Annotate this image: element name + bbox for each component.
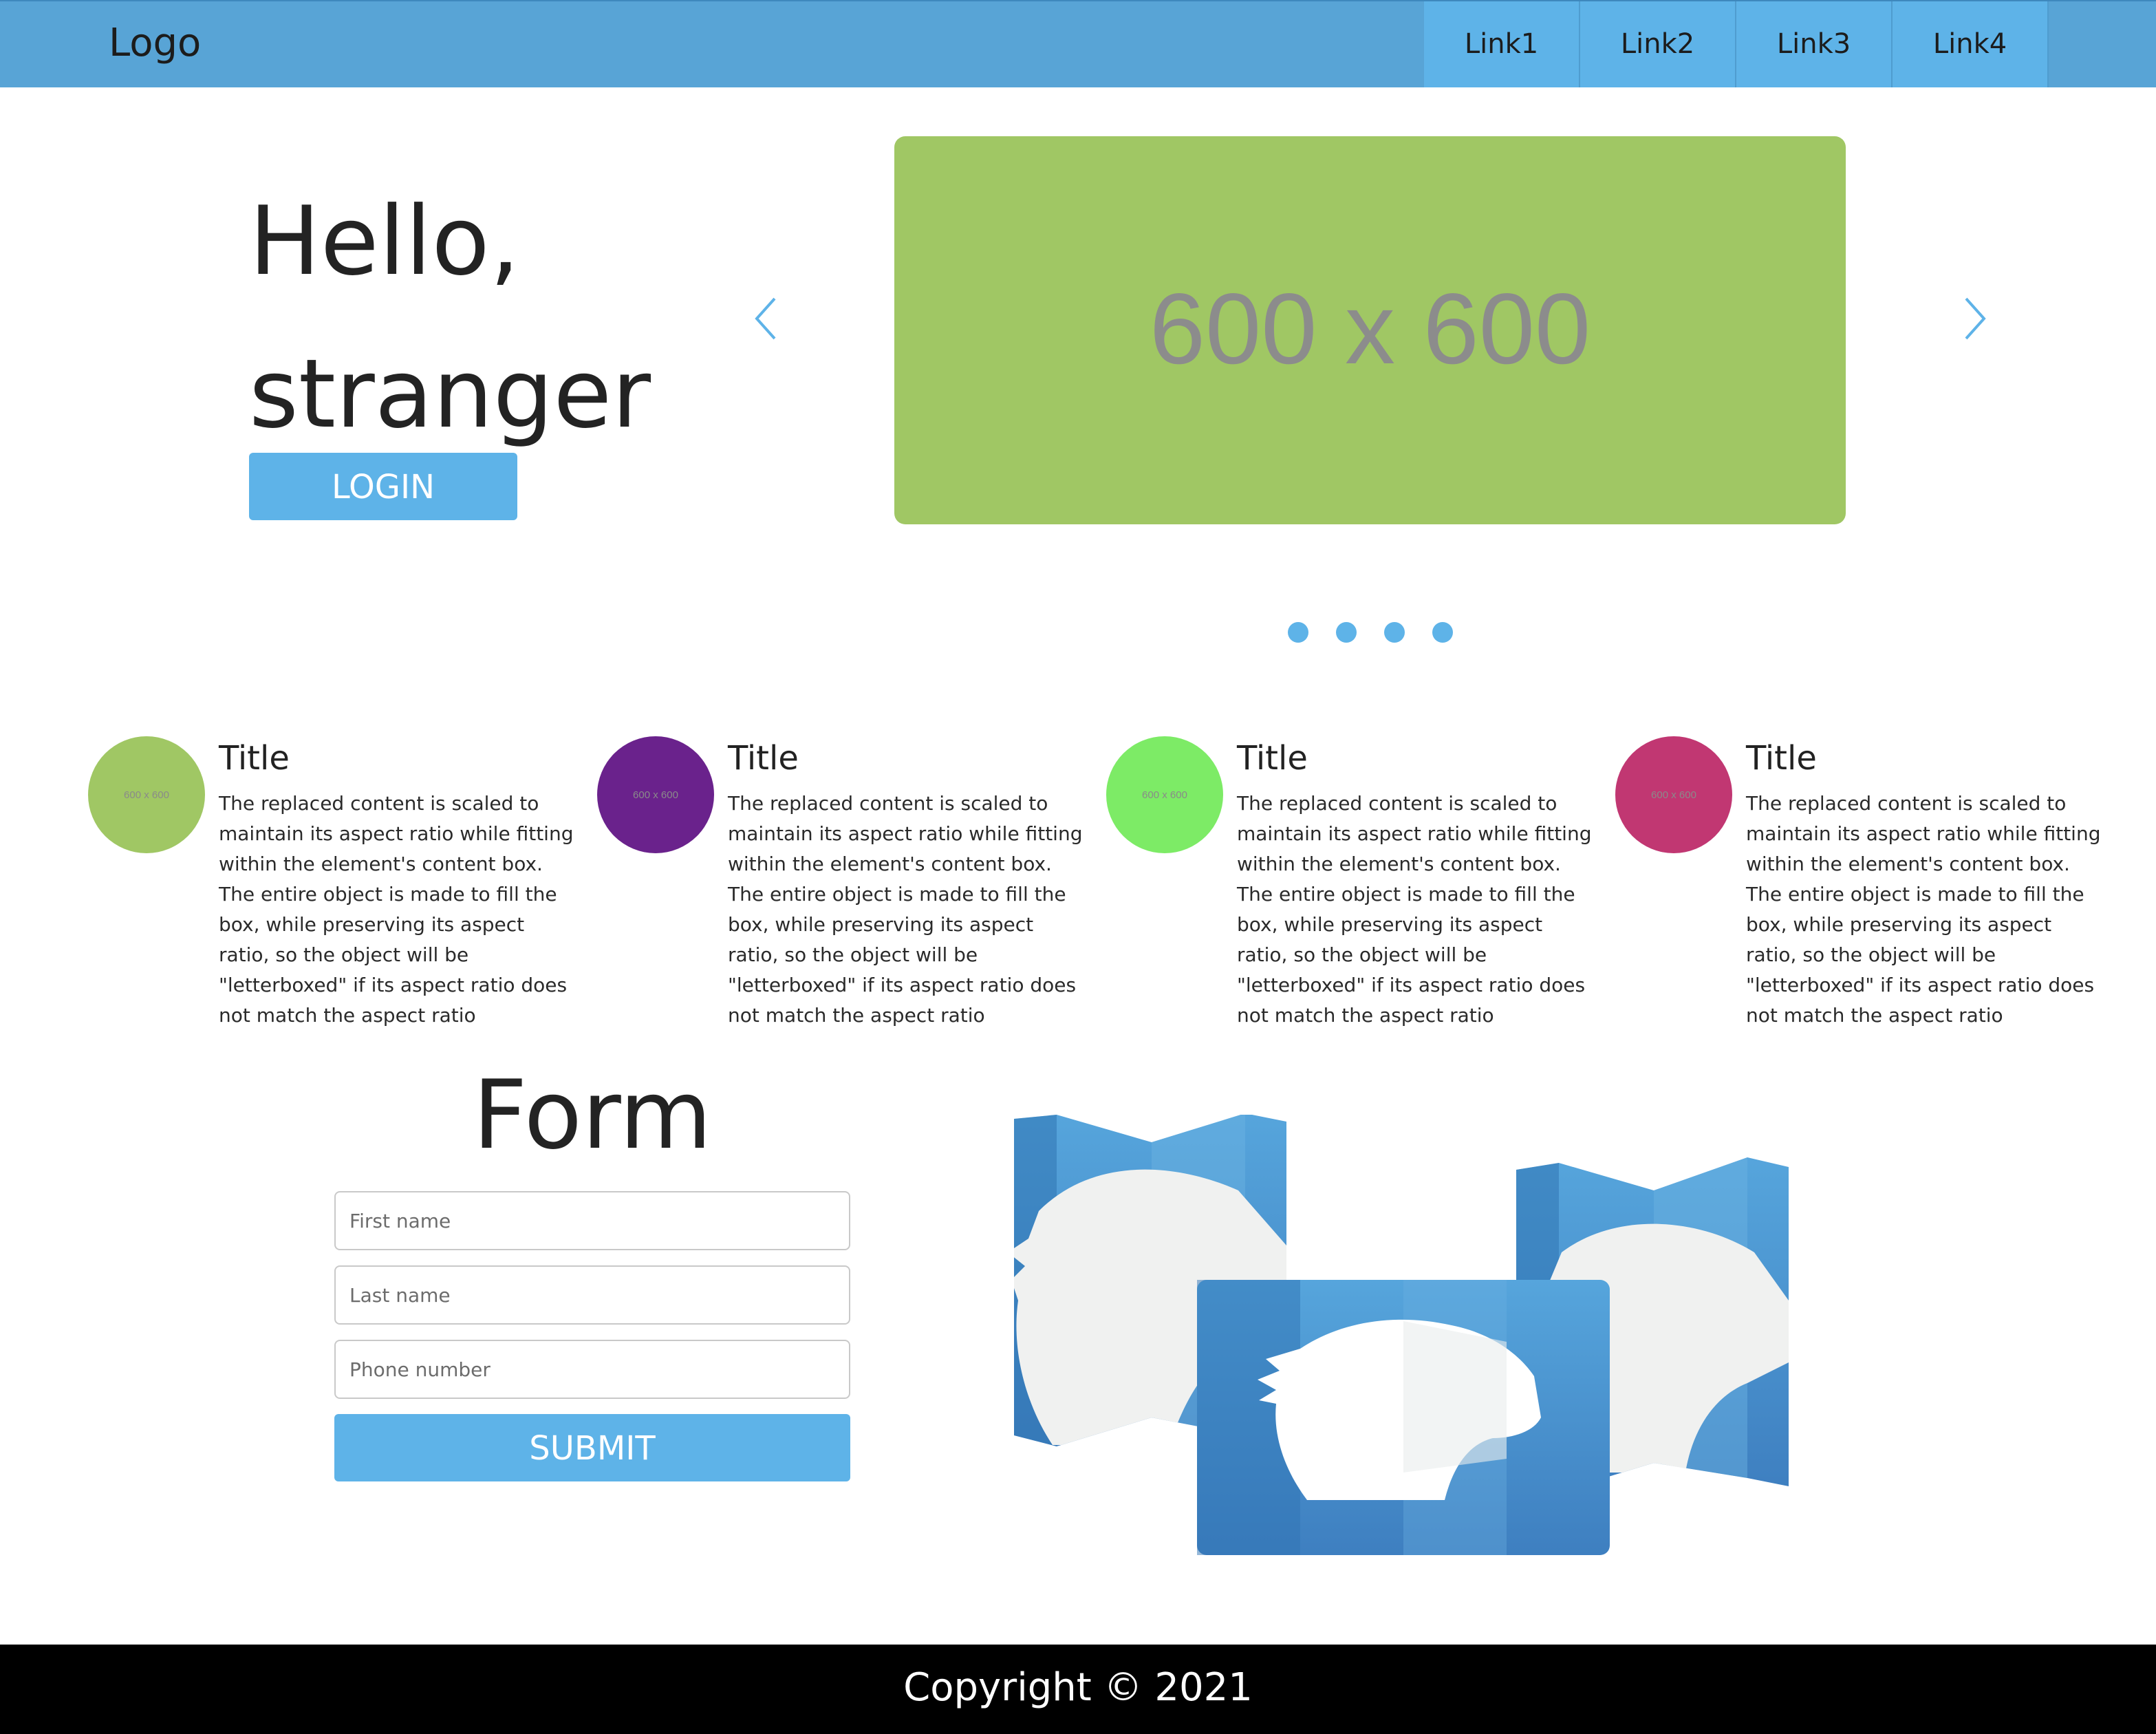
first-name-field[interactable] xyxy=(334,1191,850,1250)
carousel-slide: 600 x 600 xyxy=(894,136,1846,524)
feature-text-4: The replaced content is scaled to mainta… xyxy=(1746,792,2101,1027)
feature-text-3: The replaced content is scaled to mainta… xyxy=(1237,792,1592,1027)
logo[interactable]: Logo xyxy=(109,21,201,65)
feature-image-4: 600 x 600 xyxy=(1615,736,1732,853)
chevron-right-icon[interactable] xyxy=(1962,295,1990,343)
feature-card-4: 600 x 600 Title The replaced content is … xyxy=(1615,735,2124,1027)
slide-placeholder-text: 600 x 600 xyxy=(1149,272,1591,385)
nav-link-4[interactable]: Link4 xyxy=(1893,1,2049,87)
carousel-dot-2[interactable] xyxy=(1336,622,1357,643)
login-button[interactable]: LOGIN xyxy=(249,453,517,520)
maps-illustration xyxy=(1014,1115,1789,1555)
feature-title-3: Title xyxy=(1237,739,1308,778)
nav-link-3[interactable]: Link3 xyxy=(1736,1,1893,87)
hero-title-line1: Hello, xyxy=(249,186,520,297)
last-name-field[interactable] xyxy=(334,1265,850,1325)
site-header: Logo Link1 Link2 Link3 Link4 xyxy=(0,0,2156,87)
chevron-left-icon[interactable] xyxy=(751,295,779,343)
map-front-icon xyxy=(1197,1280,1610,1555)
carousel-dot-1[interactable] xyxy=(1288,622,1308,643)
feature-card-1: 600 x 600 Title The replaced content is … xyxy=(88,735,597,1027)
feature-text-2: The replaced content is scaled to mainta… xyxy=(728,792,1083,1027)
hero-title: Hello, stranger xyxy=(249,165,731,471)
feature-image-3: 600 x 600 xyxy=(1106,736,1223,853)
main-nav: Link1 Link2 Link3 Link4 xyxy=(1424,1,2049,87)
nav-link-2[interactable]: Link2 xyxy=(1580,1,1736,87)
feature-text-1: The replaced content is scaled to mainta… xyxy=(219,792,574,1027)
form-title: Form xyxy=(473,1060,712,1170)
hero-title-line2: stranger xyxy=(249,339,651,449)
carousel-dots xyxy=(1288,622,1453,643)
nav-link-1[interactable]: Link1 xyxy=(1424,1,1580,87)
feature-card-2: 600 x 600 Title The replaced content is … xyxy=(597,735,1106,1027)
feature-image-1: 600 x 600 xyxy=(88,736,205,853)
submit-button[interactable]: SUBMIT xyxy=(334,1414,850,1481)
carousel-dot-4[interactable] xyxy=(1432,622,1453,643)
feature-card-3: 600 x 600 Title The replaced content is … xyxy=(1106,735,1615,1027)
copyright-text: Copyright © 2021 xyxy=(903,1665,1253,1710)
phone-number-field[interactable] xyxy=(334,1340,850,1399)
feature-image-2: 600 x 600 xyxy=(597,736,714,853)
feature-title-2: Title xyxy=(728,739,799,778)
carousel-dot-3[interactable] xyxy=(1384,622,1405,643)
site-footer: Copyright © 2021 xyxy=(0,1645,2156,1734)
feature-title-1: Title xyxy=(219,739,290,778)
feature-title-4: Title xyxy=(1746,739,1817,778)
